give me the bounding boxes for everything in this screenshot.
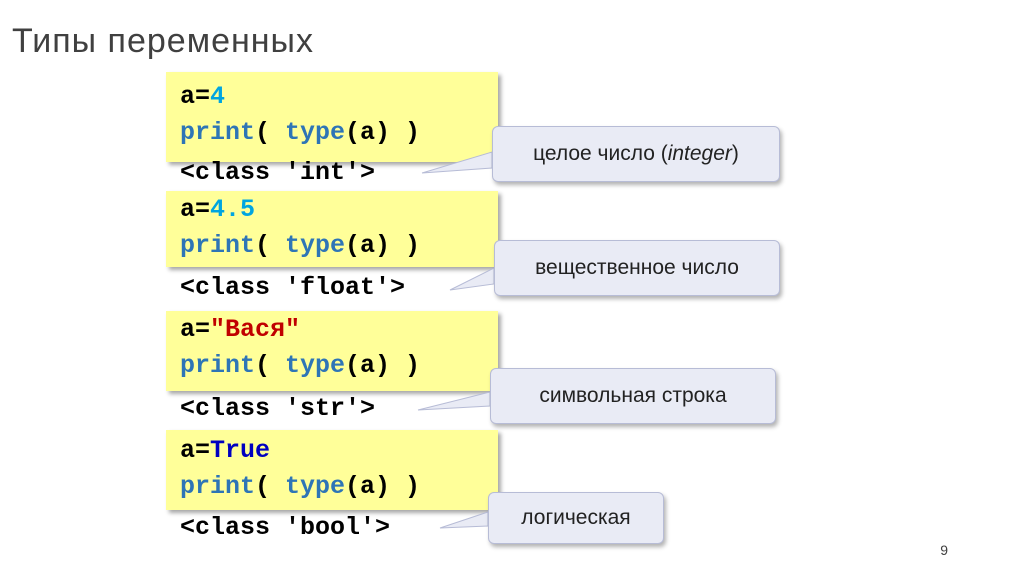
callout-text: логическая <box>521 506 631 529</box>
page-number: 9 <box>940 542 948 558</box>
callout-bool: логическая <box>488 492 664 544</box>
callout-tail <box>439 511 489 529</box>
